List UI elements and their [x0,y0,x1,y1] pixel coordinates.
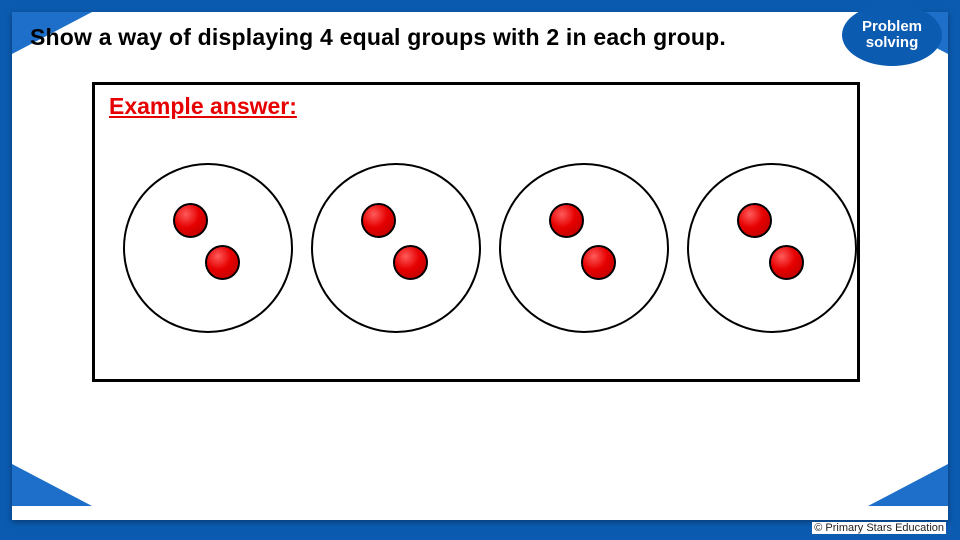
question-prompt: Show a way of displaying 4 equal groups … [30,24,810,51]
counter-dot [581,245,616,280]
category-badge: Problem solving [842,4,942,66]
badge-text: Problem solving [862,19,922,51]
group-circle [311,163,481,333]
group-circle [123,163,293,333]
counter-dot [173,203,208,238]
answer-box: Example answer: [92,82,860,382]
counter-dot [361,203,396,238]
answer-label: Example answer: [109,93,297,120]
corner-accent-bottom-right [868,464,948,506]
slide: Problem solving Show a way of displaying… [0,0,960,540]
counter-dot [393,245,428,280]
counter-dot [205,245,240,280]
counter-dot [549,203,584,238]
corner-accent-bottom-left [12,464,92,506]
group-circle [499,163,669,333]
counter-dot [737,203,772,238]
groups-diagram [123,163,835,333]
badge-line-2: solving [866,34,919,51]
counter-dot [769,245,804,280]
attribution: © Primary Stars Education [812,522,946,534]
group-circle [687,163,857,333]
badge-line-1: Problem [862,18,922,35]
